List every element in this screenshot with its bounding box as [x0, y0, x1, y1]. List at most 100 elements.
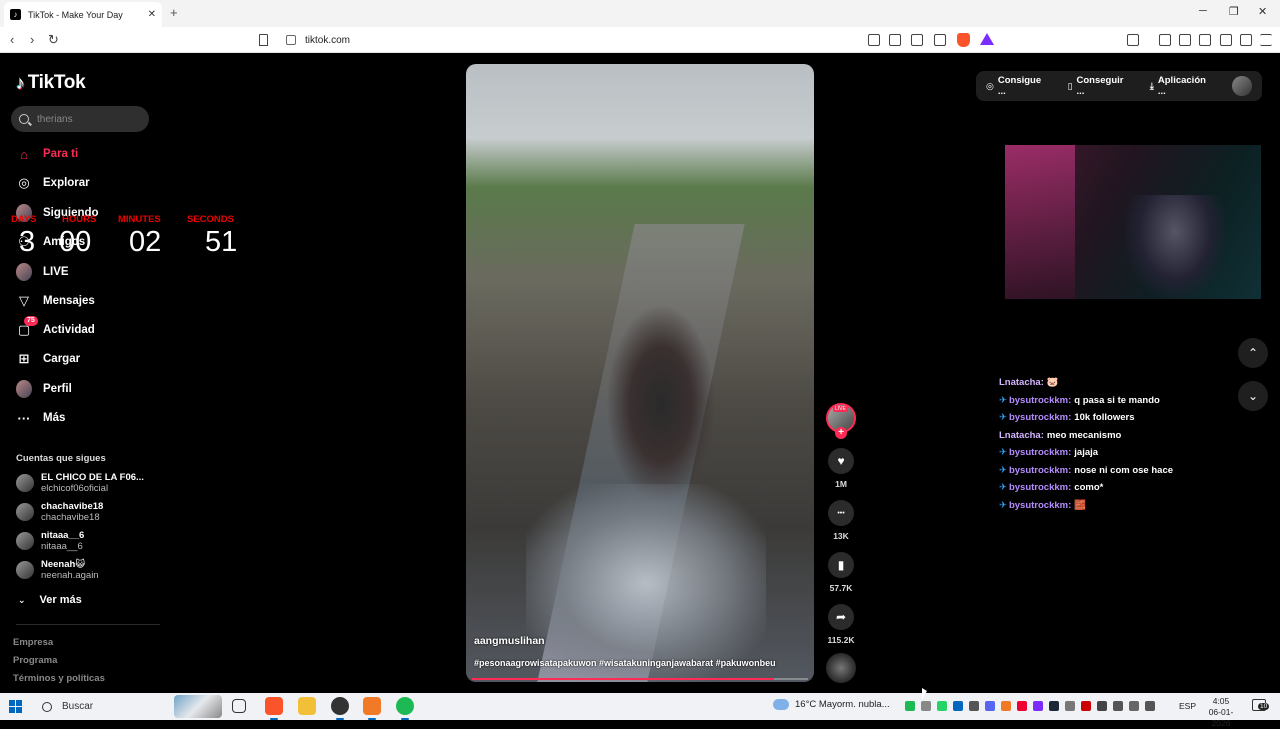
share-icon[interactable]: ➦: [828, 604, 854, 630]
app-icon[interactable]: [363, 697, 381, 720]
sidebar-item-para-ti[interactable]: ⌂ Para ti: [16, 144, 78, 164]
tab-close-icon[interactable]: ✕: [148, 9, 156, 20]
sidebar-item-label: Explorar: [43, 177, 90, 189]
following-account[interactable]: EL CHICO DE LA F06... elchicof06oficial: [16, 472, 144, 494]
tray-app-icon[interactable]: [1129, 701, 1139, 711]
account-handle: nitaaa__6: [41, 541, 83, 552]
video-hashtags[interactable]: #pesonaagrowisatapakuwon #wisatakuningan…: [474, 658, 776, 668]
tray-app-icon[interactable]: [1113, 701, 1123, 711]
browser-tab[interactable]: ♪ TikTok - Make Your Day ✕: [4, 2, 162, 27]
tray-app-icon[interactable]: [905, 701, 915, 711]
windows-start-icon[interactable]: [9, 700, 22, 713]
leo-ai-icon[interactable]: [1220, 34, 1232, 46]
site-info-icon[interactable]: [286, 35, 296, 45]
sidebar-item-perfil[interactable]: Perfil: [16, 379, 72, 399]
sidebar-item-cargar[interactable]: ⊞ Cargar: [16, 349, 81, 369]
sidebar-item-live[interactable]: LIVE: [16, 262, 69, 282]
reload-button[interactable]: ↻: [48, 32, 59, 48]
share-page-icon[interactable]: [934, 34, 946, 46]
file-explorer-icon[interactable]: [298, 697, 316, 715]
tray-app-icon[interactable]: [1065, 701, 1075, 711]
browser-toolbar: ‹ › ↻ tiktok.com: [0, 27, 1280, 53]
tiktok-logo[interactable]: ♪ TikTok: [16, 72, 86, 94]
brave-rewards-icon[interactable]: [980, 33, 994, 45]
footer-link-program[interactable]: Programa: [13, 655, 57, 666]
sidebar-item-más[interactable]: ··· Más: [16, 408, 66, 428]
search-input[interactable]: therians: [11, 106, 149, 132]
heart-icon[interactable]: ♥: [828, 448, 854, 474]
brave-browser-taskbar-icon[interactable]: [265, 697, 283, 720]
footer-link-company[interactable]: Empresa: [13, 637, 53, 648]
obs-icon[interactable]: [331, 697, 349, 720]
tray-app-icon[interactable]: [1001, 701, 1011, 711]
tray-app-icon[interactable]: [921, 701, 931, 711]
bookmark-icon[interactable]: [259, 34, 268, 46]
task-view-icon[interactable]: [232, 699, 246, 713]
next-video-button[interactable]: ⌄: [1238, 381, 1268, 411]
sidebar-item-mensajes[interactable]: ▽ Mensajes: [16, 291, 95, 311]
bookmark-icon[interactable]: ▮: [828, 552, 854, 578]
reader-mode-icon[interactable]: [868, 34, 880, 46]
previous-video-button[interactable]: ⌃: [1238, 338, 1268, 368]
mouse-cursor: [922, 688, 927, 700]
sidebar-item-label: LIVE: [43, 266, 69, 278]
following-account[interactable]: Neenah😺 neenah.again: [16, 559, 99, 581]
share-action[interactable]: ➦ 115.2K: [827, 604, 855, 645]
weather-widget[interactable]: 16°C Mayorm. nubla...: [773, 699, 890, 710]
sidebar-item-label: Más: [43, 412, 66, 424]
follow-plus-button[interactable]: +: [835, 427, 847, 439]
new-tab-button[interactable]: +: [170, 5, 178, 20]
cast-icon[interactable]: [889, 34, 901, 46]
tray-app-icon[interactable]: [937, 701, 947, 711]
tray-app-icon[interactable]: [1033, 701, 1043, 711]
get-coins-button[interactable]: ◎ Consigue ...: [986, 75, 1051, 97]
close-window-button[interactable]: ✕: [1258, 5, 1267, 18]
video-progress-bar[interactable]: [472, 678, 808, 680]
footer-link-terms[interactable]: Términos y políticas: [13, 673, 105, 684]
language-indicator[interactable]: ESP: [1179, 701, 1196, 711]
chat-message: ✈ bysutrockkm: 10k followers: [999, 409, 1173, 427]
tray-app-icon[interactable]: [1017, 701, 1027, 711]
search-highlight-image[interactable]: [174, 695, 222, 718]
sidebar-toggle-icon[interactable]: [1179, 34, 1191, 46]
maximize-button[interactable]: ❐: [1229, 5, 1239, 18]
minimize-button[interactable]: ─: [1199, 5, 1207, 17]
back-button[interactable]: ‹: [10, 32, 14, 47]
tray-app-icon[interactable]: [969, 701, 979, 711]
tray-app-icon[interactable]: [1145, 701, 1155, 711]
comment-action[interactable]: ••• 13K: [827, 500, 855, 541]
music-disc-icon[interactable]: [826, 653, 856, 683]
sidebar-item-explorar[interactable]: ◎ Explorar: [16, 173, 90, 193]
countdown-minutes: 02: [129, 226, 162, 258]
profile-avatar[interactable]: [1232, 76, 1252, 96]
tray-app-icon[interactable]: [1097, 701, 1107, 711]
wallet-icon[interactable]: [1199, 34, 1211, 46]
spotify-icon[interactable]: [396, 697, 414, 720]
sidebar-item-actividad[interactable]: ▢ 75 Actividad: [16, 316, 95, 340]
tray-app-icon[interactable]: [1081, 701, 1091, 711]
vpn-icon[interactable]: [1240, 34, 1252, 46]
video-player[interactable]: aangmuslihan #pesonaagrowisatapakuwon #w…: [466, 64, 814, 682]
video-author[interactable]: aangmuslihan: [474, 635, 545, 647]
tray-app-icon[interactable]: [953, 701, 963, 711]
get-app-button[interactable]: ▯ Conseguir ...: [1068, 75, 1133, 97]
brave-shields-icon[interactable]: [957, 33, 970, 47]
forward-button[interactable]: ›: [30, 32, 34, 47]
save-action[interactable]: ▮ 57.7K: [827, 552, 855, 593]
clock[interactable]: 4:05 06-01-2026: [1200, 696, 1242, 729]
following-account[interactable]: chachavibe18 chachavibe18: [16, 501, 103, 523]
tray-app-icon[interactable]: [985, 701, 995, 711]
tray-app-icon[interactable]: [1049, 701, 1059, 711]
following-account[interactable]: nitaaa__6 nitaaa__6: [16, 530, 84, 552]
home-icon: ⌂: [20, 146, 28, 162]
menu-icon[interactable]: [1260, 34, 1272, 46]
like-action[interactable]: ♥ 1M: [827, 448, 855, 489]
translate-icon[interactable]: [911, 34, 923, 46]
see-more-button[interactable]: ⌄ Ver más: [18, 594, 82, 606]
sidebar-panel-icon[interactable]: [1127, 34, 1139, 46]
media-icon[interactable]: [1159, 34, 1171, 46]
desktop-app-button[interactable]: ⤓ Aplicación ...: [1150, 75, 1215, 97]
comment-icon[interactable]: •••: [828, 500, 854, 526]
countdown-days-label: DAYS: [11, 214, 37, 225]
webcam-light: [1005, 145, 1075, 299]
